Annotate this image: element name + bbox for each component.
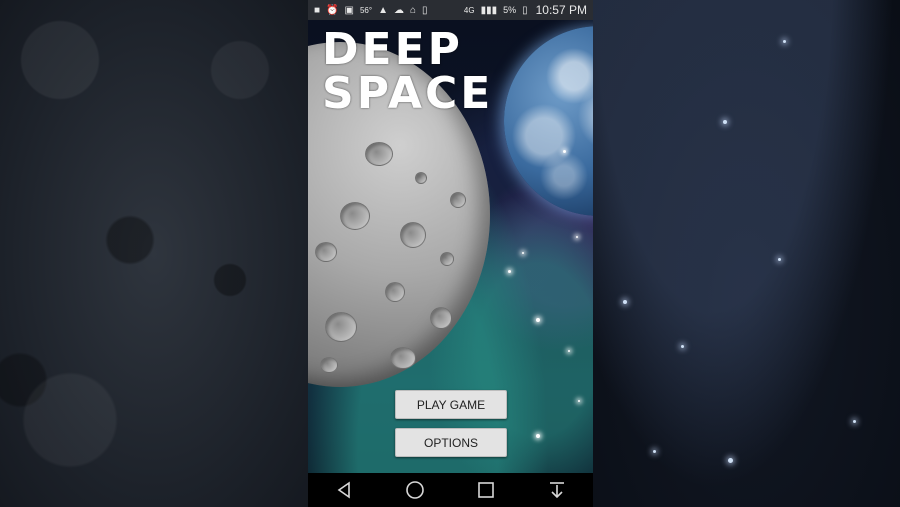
star <box>563 150 566 153</box>
star <box>578 400 580 402</box>
moon-crater <box>415 172 427 184</box>
network-type: 4G <box>463 5 475 15</box>
star <box>568 350 570 352</box>
background-star <box>778 258 781 261</box>
notification-pull-button[interactable] <box>537 473 577 507</box>
moon-crater <box>315 242 337 262</box>
game-logo: DEEP SPACE <box>322 28 546 116</box>
drive-icon: ▲ <box>378 4 388 16</box>
play-game-button[interactable]: PLAY GAME <box>395 390 507 419</box>
screen: ■ ⏰ ▣ 56° ▲ ☁ ⌂ ▯ 4G ▮▮▮ 5% ▯ 10:57 PM D… <box>0 0 900 507</box>
blurred-moon-background <box>0 0 308 507</box>
background-star <box>681 345 684 348</box>
recents-icon <box>478 482 494 498</box>
star <box>522 252 524 254</box>
temperature-text: 56° <box>359 5 373 15</box>
battery-icon: ▯ <box>522 4 528 16</box>
image-icon: ▣ <box>344 4 354 16</box>
star <box>508 270 511 273</box>
background-star <box>723 120 727 124</box>
clock: 10:57 PM <box>535 3 587 17</box>
star <box>576 236 578 238</box>
options-button[interactable]: OPTIONS <box>395 428 507 457</box>
recents-button[interactable] <box>466 473 506 507</box>
background-star <box>783 40 786 43</box>
moon-crater <box>365 142 393 166</box>
moon-crater <box>450 192 466 208</box>
phone-screen: ■ ⏰ ▣ 56° ▲ ☁ ⌂ ▯ 4G ▮▮▮ 5% ▯ 10:57 PM D… <box>308 0 593 507</box>
moon-crater <box>430 307 452 329</box>
logo-line-deep: DEEP <box>322 24 463 75</box>
notification-pull-icon <box>550 482 565 499</box>
moon-crater <box>325 312 357 342</box>
vibrate-icon: ▯ <box>422 4 428 16</box>
alarm-icon: ⏰ <box>326 4 339 16</box>
moon-crater <box>320 357 338 373</box>
sync-icon: ⌂ <box>409 4 417 16</box>
moon-crater <box>390 347 416 369</box>
star <box>536 318 540 322</box>
game-main-menu: DEEP SPACE PLAY GAME OPTIONS <box>308 20 593 473</box>
background-star <box>728 458 733 463</box>
status-bar: ■ ⏰ ▣ 56° ▲ ☁ ⌂ ▯ 4G ▮▮▮ 5% ▯ 10:57 PM <box>308 0 593 20</box>
home-button[interactable] <box>395 473 435 507</box>
background-star <box>623 300 627 304</box>
battery-percent: 5% <box>503 5 517 15</box>
background-star <box>853 420 856 423</box>
blurred-space-background <box>593 0 900 507</box>
home-icon <box>406 481 424 499</box>
moon-crater <box>400 222 426 248</box>
cloud-icon: ☁ <box>393 4 404 16</box>
moon-crater <box>385 282 405 302</box>
star <box>536 434 540 438</box>
logo-line-space: SPACE <box>322 68 494 119</box>
moon-crater <box>340 202 370 230</box>
background-star <box>653 450 656 453</box>
back-icon <box>337 481 350 499</box>
navigation-bar <box>308 473 593 507</box>
video-icon: ■ <box>314 4 321 16</box>
signal-icon: ▮▮▮ <box>480 4 498 16</box>
moon-crater <box>440 252 454 266</box>
back-button[interactable] <box>324 473 364 507</box>
